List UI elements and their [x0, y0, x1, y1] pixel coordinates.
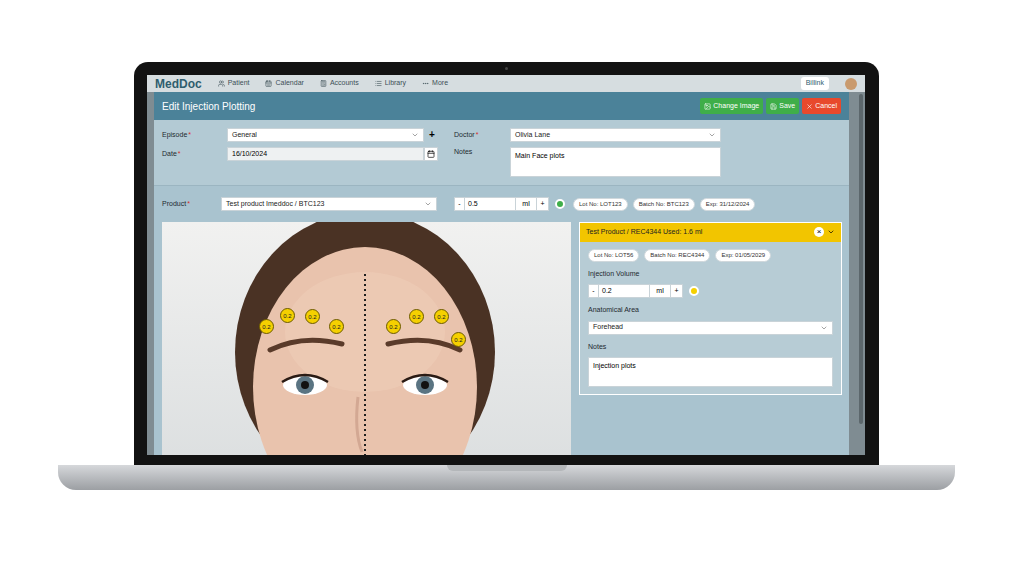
unit-label: ml — [515, 197, 537, 211]
laptop-base — [58, 465, 955, 490]
save-button[interactable]: Save — [766, 98, 799, 115]
color-dot[interactable] — [555, 199, 565, 209]
nav-item[interactable]: Library — [375, 78, 406, 89]
base-notch — [447, 465, 567, 471]
required-mark: * — [187, 200, 190, 207]
info-badge: Exp: 01/05/2029 — [715, 249, 771, 262]
close-button[interactable]: × — [814, 227, 824, 237]
plot-area: 0.20.20.20.20.20.20.20.2Test Product / R… — [154, 222, 849, 455]
nav-item[interactable]: Calendar — [265, 78, 303, 89]
save-icon — [770, 103, 777, 110]
date-input[interactable]: 16/10/2024 — [227, 147, 424, 161]
episode-label: Episode* — [162, 130, 227, 141]
required-mark: * — [188, 131, 191, 138]
scrollbar-thumb[interactable] — [859, 94, 863, 424]
scroll-strip — [849, 92, 865, 455]
form-section: Episode*General + Date*16/10/2024 Doctor*Ol… — [154, 120, 849, 185]
laptop-lid: MedDoc Patient Calendar Accounts Library More… — [134, 62, 879, 465]
notes-textarea[interactable]: Main Face plots — [510, 147, 721, 177]
user-button[interactable]: Billink — [801, 77, 829, 90]
notes-label: Notes — [454, 147, 510, 158]
nav-icon — [218, 80, 225, 87]
product-panel: Test Product / REC4344 Used: 1.6 ml× Lot … — [579, 222, 842, 395]
unit-label: ml — [649, 284, 671, 298]
info-badge: Exp: 31/12/2024 — [700, 198, 756, 211]
avatar-icon[interactable] — [845, 78, 857, 90]
nav-icon — [422, 80, 429, 87]
face-photo — [162, 222, 571, 455]
injection-pin[interactable]: 0.2 — [451, 332, 466, 347]
cancel-button[interactable]: Cancel — [802, 98, 841, 115]
required-mark: * — [476, 131, 479, 138]
injection-pin[interactable]: 0.2 — [305, 309, 320, 324]
nav-item[interactable]: Accounts — [320, 78, 359, 89]
top-nav: MedDoc Patient Calendar Accounts Library More… — [147, 75, 865, 92]
info-badge: Batch No: BTC123 — [633, 198, 695, 211]
image-icon — [704, 103, 711, 110]
episode-select[interactable]: General — [227, 128, 424, 142]
cancel-icon — [806, 103, 813, 110]
nav-icon — [320, 80, 327, 87]
injection-pin[interactable]: 0.2 — [280, 308, 295, 323]
product-row: Product*Test product Imeddoc / BTC123 -0.… — [154, 185, 849, 222]
area-label: Anatomical Area — [588, 305, 833, 316]
info-badge: Batch No: REC4344 — [644, 249, 710, 262]
info-badge: Lot No: LOT123 — [573, 198, 628, 211]
nav-item[interactable]: Patient — [218, 78, 250, 89]
add-episode-button[interactable]: + — [429, 130, 435, 140]
date-label: Date* — [162, 149, 227, 160]
injection-pin[interactable]: 0.2 — [259, 319, 274, 334]
decrement-button[interactable]: - — [454, 197, 465, 211]
panel-header[interactable]: Test Product / REC4344 Used: 1.6 ml× — [580, 223, 841, 242]
panel-body: Lot No: LOT56 Batch No: REC4344 Exp: 01/05… — [580, 242, 841, 395]
panel-badges: Lot No: LOT56 Batch No: REC4344 Exp: 01/05… — [588, 249, 833, 262]
doctor-select[interactable]: Olivia Lane — [510, 128, 721, 142]
image-button[interactable]: Change Image — [700, 98, 763, 115]
injection-canvas[interactable]: 0.20.20.20.20.20.20.20.2 — [162, 222, 571, 455]
nav-icon — [265, 80, 272, 87]
increment-button[interactable]: + — [671, 284, 683, 298]
chevron-down-icon — [424, 200, 432, 208]
camera-dot — [505, 67, 508, 70]
chevron-down-icon — [820, 324, 828, 332]
decrement-button[interactable]: - — [588, 284, 599, 298]
injection-pin[interactable]: 0.2 — [386, 319, 401, 334]
nav-icon — [375, 80, 382, 87]
product-badges: Lot No: LOT123 Batch No: BTC123 Exp: 31/12… — [573, 198, 755, 211]
calendar-button[interactable] — [424, 147, 438, 161]
product-select[interactable]: Test product Imeddoc / BTC123 — [221, 197, 437, 211]
volume-input[interactable]: 0.5 — [465, 197, 515, 211]
increment-button[interactable]: + — [537, 197, 549, 211]
info-badge: Lot No: LOT56 — [588, 249, 639, 262]
panel-volume-stepper: -0.2ml+ — [588, 284, 833, 298]
product-volume-stepper: -0.5ml+ — [454, 197, 565, 211]
injection-pin[interactable]: 0.2 — [434, 309, 449, 324]
chevron-down-icon — [708, 131, 716, 139]
modal-header: Edit Injection Plotting Change ImageSaveC… — [154, 92, 849, 120]
injection-pin[interactable]: 0.2 — [329, 319, 344, 334]
color-dot[interactable] — [689, 286, 699, 296]
volume-label: Injection Volume — [588, 269, 833, 280]
modal-title: Edit Injection Plotting — [162, 99, 255, 114]
required-mark: * — [178, 150, 181, 157]
expand-icon[interactable] — [827, 228, 835, 236]
edit-modal: Edit Injection Plotting Change ImageSaveC… — [154, 92, 849, 455]
panel-notes-label: Notes — [588, 342, 833, 353]
screen: MedDoc Patient Calendar Accounts Library More… — [147, 75, 865, 455]
doctor-label: Doctor* — [454, 130, 510, 141]
injection-pin[interactable]: 0.2 — [409, 309, 424, 324]
chevron-down-icon — [411, 131, 419, 139]
page: MedDoc Patient Calendar Accounts Library More… — [0, 0, 1013, 563]
product-label: Product* — [162, 199, 221, 210]
logo[interactable]: MedDoc — [155, 78, 202, 90]
calendar-icon — [427, 150, 435, 158]
volume-input[interactable]: 0.2 — [599, 284, 649, 298]
panel-notes-textarea[interactable]: Injection plots — [588, 357, 833, 387]
area-select[interactable]: Forehead — [588, 321, 833, 335]
nav-item[interactable]: More — [422, 78, 448, 89]
